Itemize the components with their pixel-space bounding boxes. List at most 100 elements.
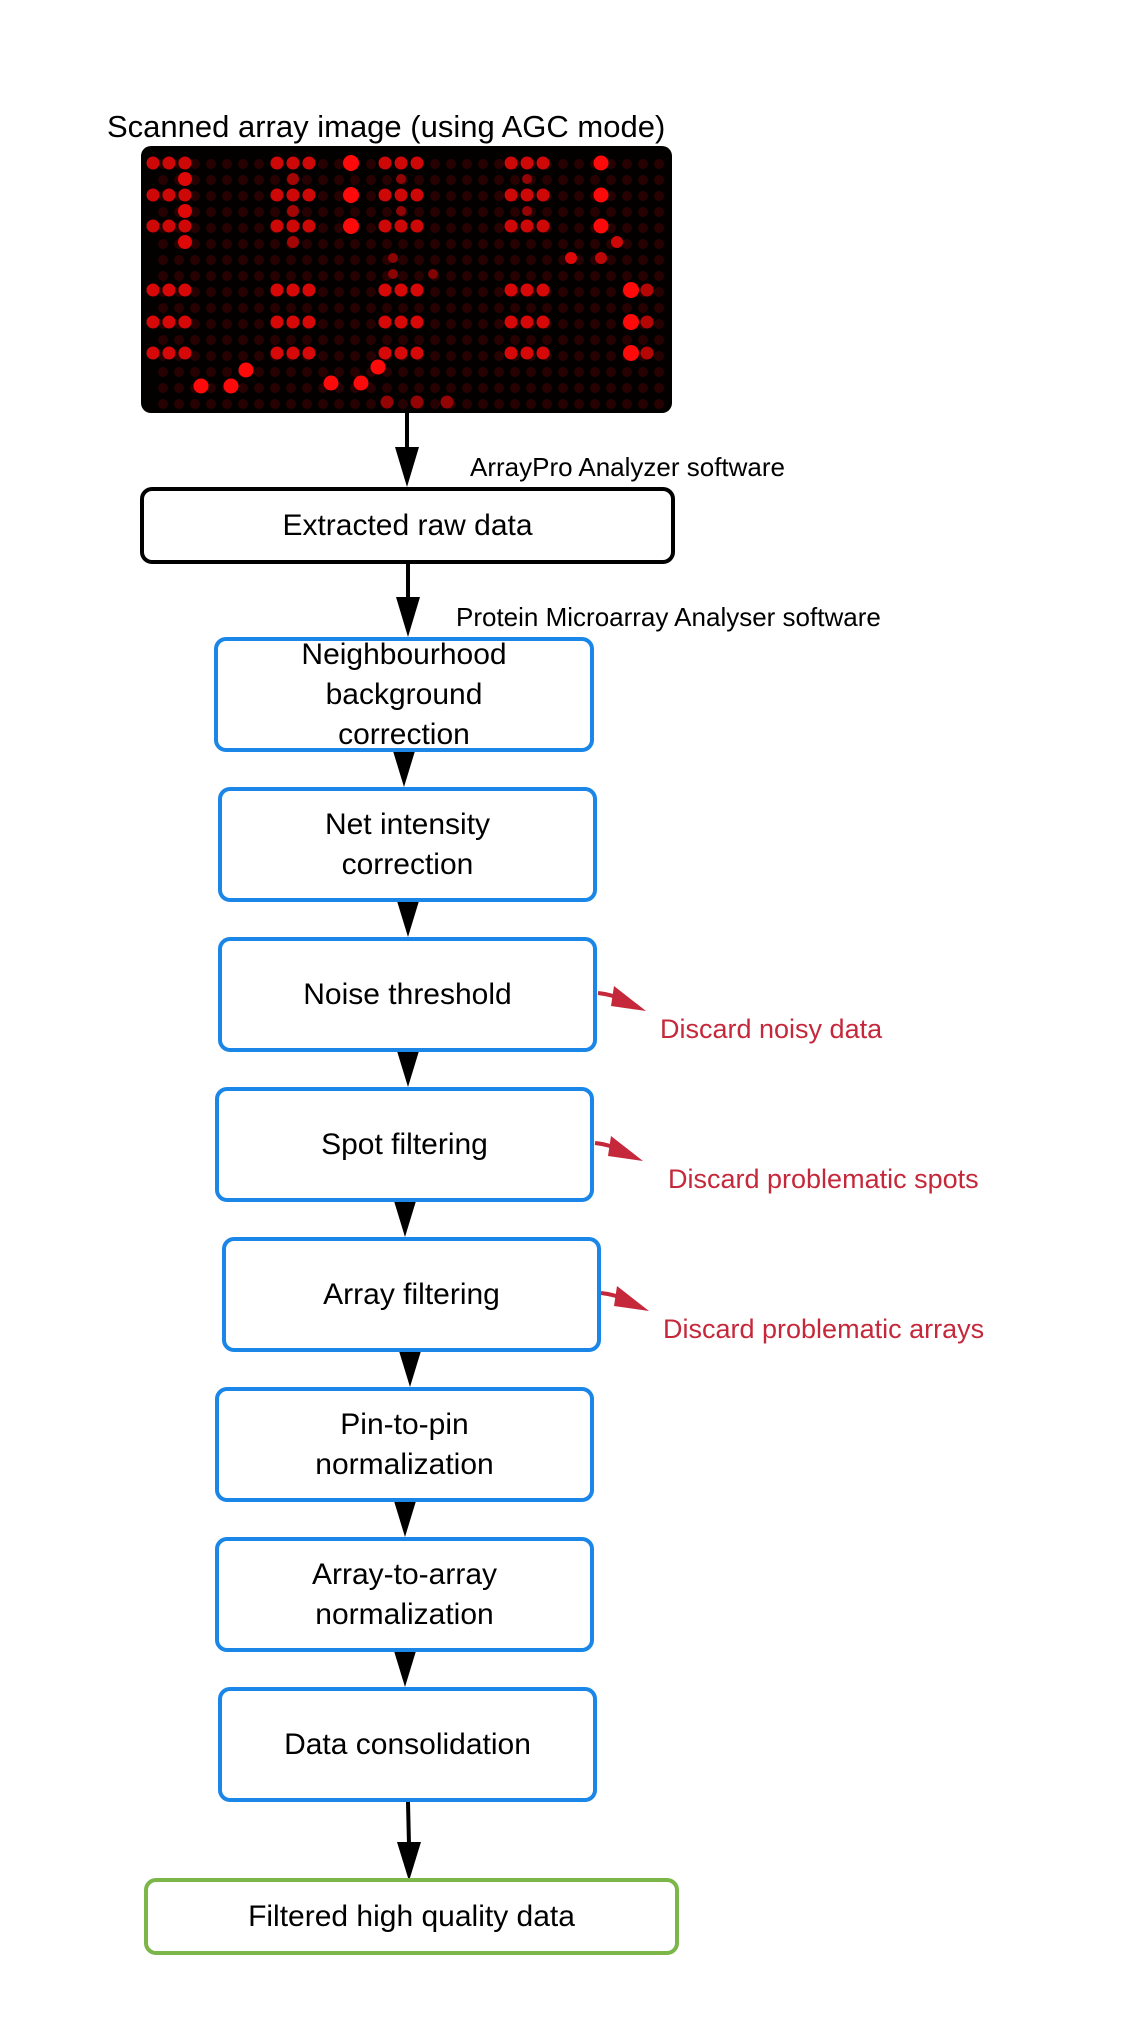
background-spot: [446, 383, 456, 393]
background-spot: [478, 399, 488, 409]
background-spot: [446, 303, 456, 313]
background-spot: [382, 207, 392, 217]
background-spot: [222, 159, 232, 169]
array-spot: [504, 219, 518, 233]
background-spot: [462, 319, 472, 329]
array-spot: [286, 346, 300, 360]
background-spot: [430, 303, 440, 313]
background-spot: [318, 159, 328, 169]
background-spot: [414, 271, 424, 281]
array-spot: [504, 156, 518, 170]
background-spot: [446, 223, 456, 233]
background-spot: [334, 239, 344, 249]
array-spot: [146, 346, 160, 360]
background-spot: [478, 271, 488, 281]
background-spot: [318, 399, 328, 409]
array-spot: [162, 315, 176, 329]
background-spot: [398, 367, 408, 377]
array-spot: [146, 188, 160, 202]
background-spot: [238, 303, 248, 313]
background-spot: [366, 175, 376, 185]
array-spot: [162, 219, 176, 233]
background-spot: [206, 399, 216, 409]
background-spot: [398, 255, 408, 265]
background-spot: [222, 335, 232, 345]
array-spot: [520, 283, 534, 297]
arrow-noise-to-spot: [397, 1051, 419, 1087]
array-spot: [394, 283, 408, 297]
background-spot: [334, 207, 344, 217]
background-spot: [494, 367, 504, 377]
background-spot: [654, 271, 664, 281]
background-spot: [158, 367, 168, 377]
background-spot: [574, 351, 584, 361]
array-spot: [378, 219, 392, 233]
background-spot: [574, 175, 584, 185]
array-spot: [410, 219, 424, 233]
background-spot: [558, 335, 568, 345]
background-spot: [238, 207, 248, 217]
background-spot: [622, 399, 632, 409]
background-spot: [334, 303, 344, 313]
background-spot: [206, 223, 216, 233]
arrow-pin-to-a2a: [394, 1501, 416, 1537]
background-spot: [190, 367, 200, 377]
background-spot: [494, 191, 504, 201]
background-spot: [174, 383, 184, 393]
background-spot: [574, 271, 584, 281]
background-spot: [478, 191, 488, 201]
background-spot: [238, 335, 248, 345]
background-spot: [430, 223, 440, 233]
background-spot: [206, 255, 216, 265]
background-spot: [606, 335, 616, 345]
step-label: Spot filtering: [321, 1127, 488, 1161]
background-spot: [622, 175, 632, 185]
array-spot: [504, 346, 518, 360]
array-spot: [504, 283, 518, 297]
background-spot: [510, 367, 520, 377]
background-spot: [558, 383, 568, 393]
background-spot: [638, 335, 648, 345]
background-spot: [366, 287, 376, 297]
background-spot: [334, 287, 344, 297]
array-spot: [623, 282, 639, 298]
background-spot: [238, 159, 248, 169]
background-spot: [206, 351, 216, 361]
background-spot: [542, 367, 552, 377]
array-spot: [410, 315, 424, 329]
background-spot: [430, 191, 440, 201]
background-spot: [430, 335, 440, 345]
step-label: Data consolidation: [284, 1727, 531, 1761]
background-spot: [654, 303, 664, 313]
background-spot: [558, 399, 568, 409]
background-spot: [190, 223, 200, 233]
background-spot: [254, 223, 264, 233]
background-spot: [606, 351, 616, 361]
scanned-image-title: Scanned array image (using AGC mode): [107, 109, 666, 144]
background-spot: [222, 287, 232, 297]
background-spot: [558, 223, 568, 233]
background-spot: [638, 207, 648, 217]
background-spot: [590, 303, 600, 313]
background-spot: [430, 207, 440, 217]
array-spot: [286, 156, 300, 170]
background-spot: [382, 175, 392, 185]
background-spot: [654, 367, 664, 377]
background-spot: [430, 287, 440, 297]
background-spot: [318, 223, 328, 233]
background-spot: [366, 399, 376, 409]
array-spot: [286, 283, 300, 297]
background-spot: [542, 255, 552, 265]
background-spot: [302, 207, 312, 217]
background-spot: [606, 399, 616, 409]
background-spot: [478, 287, 488, 297]
array-spot: [178, 346, 192, 360]
arrow-consolidation-to-final: [397, 1801, 421, 1881]
background-spot: [622, 255, 632, 265]
arrow-raw-to-neighbourhood: [396, 563, 420, 637]
background-spot: [350, 207, 360, 217]
array-spot: [162, 156, 176, 170]
background-spot: [318, 319, 328, 329]
background-spot: [222, 223, 232, 233]
background-spot: [190, 351, 200, 361]
